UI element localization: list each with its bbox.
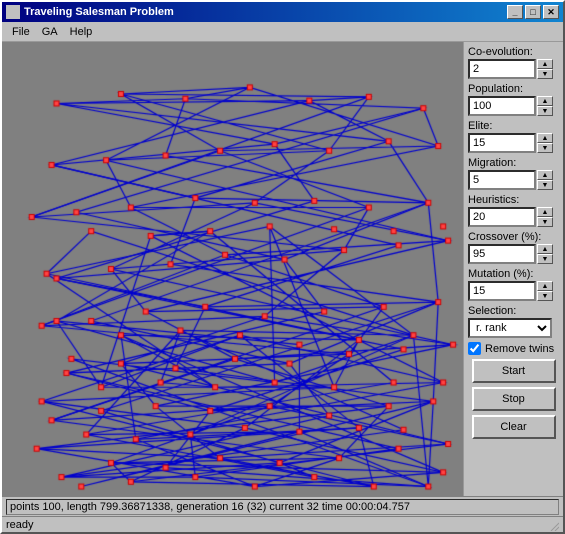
selection-group: Selection: r. rank tournament roulette — [468, 305, 559, 338]
population-up[interactable]: ▲ — [537, 96, 553, 106]
remove-twins-label: Remove twins — [485, 343, 554, 355]
migration-row: ▲ ▼ — [468, 170, 559, 190]
remove-twins-row: Remove twins — [468, 342, 559, 355]
close-button[interactable]: ✕ — [543, 5, 559, 19]
stop-button[interactable]: Stop — [472, 387, 556, 411]
mutation-down[interactable]: ▼ — [537, 291, 553, 301]
mutation-up[interactable]: ▲ — [537, 281, 553, 291]
heuristics-row: ▲ ▼ — [468, 207, 559, 227]
menu-bar: File GA Help — [2, 22, 563, 42]
population-group: Population: ▲ ▼ — [468, 83, 559, 116]
main-content: Co-evolution: ▲ ▼ Population: ▲ ▼ — [2, 42, 563, 496]
crossover-spinners: ▲ ▼ — [537, 244, 553, 264]
heuristics-label: Heuristics: — [468, 194, 559, 206]
menu-help[interactable]: Help — [64, 24, 99, 40]
ready-bar: ready — [2, 516, 563, 532]
heuristics-group: Heuristics: ▲ ▼ — [468, 194, 559, 227]
coevolution-up[interactable]: ▲ — [537, 59, 553, 69]
mutation-input[interactable] — [468, 281, 536, 301]
crossover-input[interactable] — [468, 244, 536, 264]
elite-up[interactable]: ▲ — [537, 133, 553, 143]
population-input[interactable] — [468, 96, 536, 116]
status-bar: points 100, length 799.36871338, generat… — [2, 496, 563, 516]
coevolution-down[interactable]: ▼ — [537, 69, 553, 79]
ready-text: ready — [6, 519, 547, 531]
migration-group: Migration: ▲ ▼ — [468, 157, 559, 190]
canvas-area[interactable] — [2, 42, 463, 496]
migration-up[interactable]: ▲ — [537, 170, 553, 180]
coevolution-group: Co-evolution: ▲ ▼ — [468, 46, 559, 79]
app-icon — [6, 5, 20, 19]
window-title: Traveling Salesman Problem — [24, 6, 174, 18]
mutation-group: Mutation (%): ▲ ▼ — [468, 268, 559, 301]
selection-label: Selection: — [468, 305, 559, 317]
coevolution-spinners: ▲ ▼ — [537, 59, 553, 79]
crossover-down[interactable]: ▼ — [537, 254, 553, 264]
migration-label: Migration: — [468, 157, 559, 169]
start-button[interactable]: Start — [472, 359, 556, 383]
status-text: points 100, length 799.36871338, generat… — [6, 499, 559, 515]
minimize-button[interactable]: _ — [507, 5, 523, 19]
heuristics-spinners: ▲ ▼ — [537, 207, 553, 227]
mutation-row: ▲ ▼ — [468, 281, 559, 301]
coevolution-input[interactable] — [468, 59, 536, 79]
elite-row: ▲ ▼ — [468, 133, 559, 153]
crossover-row: ▲ ▼ — [468, 244, 559, 264]
tsp-canvas — [2, 42, 463, 496]
menu-ga[interactable]: GA — [36, 24, 64, 40]
crossover-group: Crossover (%): ▲ ▼ — [468, 231, 559, 264]
mutation-label: Mutation (%): — [468, 268, 559, 280]
title-controls: _ □ ✕ — [507, 5, 559, 19]
clear-button[interactable]: Clear — [472, 415, 556, 439]
population-label: Population: — [468, 83, 559, 95]
coevolution-label: Co-evolution: — [468, 46, 559, 58]
remove-twins-checkbox[interactable] — [468, 342, 481, 355]
main-window: Traveling Salesman Problem _ □ ✕ File GA… — [0, 0, 565, 534]
mutation-spinners: ▲ ▼ — [537, 281, 553, 301]
crossover-label: Crossover (%): — [468, 231, 559, 243]
elite-group: Elite: ▲ ▼ — [468, 120, 559, 153]
population-spinners: ▲ ▼ — [537, 96, 553, 116]
right-panel: Co-evolution: ▲ ▼ Population: ▲ ▼ — [463, 42, 563, 496]
migration-spinners: ▲ ▼ — [537, 170, 553, 190]
elite-label: Elite: — [468, 120, 559, 132]
heuristics-up[interactable]: ▲ — [537, 207, 553, 217]
coevolution-row: ▲ ▼ — [468, 59, 559, 79]
title-bar-text: Traveling Salesman Problem — [6, 5, 174, 19]
migration-input[interactable] — [468, 170, 536, 190]
elite-down[interactable]: ▼ — [537, 143, 553, 153]
elite-input[interactable] — [468, 133, 536, 153]
crossover-up[interactable]: ▲ — [537, 244, 553, 254]
selection-select[interactable]: r. rank tournament roulette — [468, 318, 552, 338]
resize-icon — [547, 519, 559, 531]
title-bar: Traveling Salesman Problem _ □ ✕ — [2, 2, 563, 22]
heuristics-down[interactable]: ▼ — [537, 217, 553, 227]
elite-spinners: ▲ ▼ — [537, 133, 553, 153]
menu-file[interactable]: File — [6, 24, 36, 40]
population-down[interactable]: ▼ — [537, 106, 553, 116]
maximize-button[interactable]: □ — [525, 5, 541, 19]
population-row: ▲ ▼ — [468, 96, 559, 116]
migration-down[interactable]: ▼ — [537, 180, 553, 190]
selection-row: r. rank tournament roulette — [468, 318, 559, 338]
heuristics-input[interactable] — [468, 207, 536, 227]
